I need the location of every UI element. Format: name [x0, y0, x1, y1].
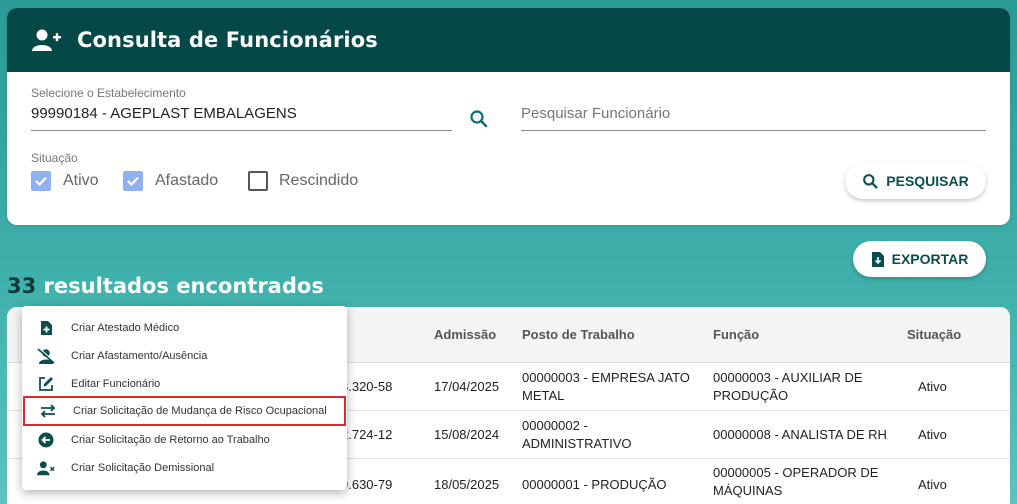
- row-actions-menu: Criar Atestado Médico Criar Afastamento/…: [22, 306, 347, 490]
- situation-label: Situação: [31, 151, 78, 165]
- checkbox-afastado[interactable]: [123, 171, 143, 191]
- medical-document-icon: [37, 319, 55, 337]
- menu-item-label: Criar Solicitação de Retorno ao Trabalho: [71, 434, 270, 446]
- search-button-label: PESQUISAR: [886, 173, 969, 189]
- cell-posto-line: METAL: [522, 388, 565, 403]
- menu-item-label: Criar Solicitação Demissional: [71, 462, 215, 474]
- cell-cpf: 9.630-79: [341, 477, 393, 492]
- menu-item-retorno[interactable]: Criar Solicitação de Retorno ao Trabalho: [22, 426, 347, 454]
- cell-posto-line: ADMINISTRATIVO: [522, 436, 632, 451]
- user-remove-icon: [37, 459, 55, 477]
- menu-item-editar[interactable]: Editar Funcionário: [22, 370, 347, 398]
- checkbox-ativo[interactable]: [31, 171, 51, 191]
- cell-cpf: 2.724-12: [341, 427, 393, 442]
- establishment-select[interactable]: 99990184 - AGEPLAST EMBALAGENS: [31, 105, 297, 122]
- column-header-situacao[interactable]: Situação: [907, 327, 961, 342]
- page-title: Consulta de Funcionários: [77, 28, 378, 52]
- results-count: 33: [7, 274, 37, 298]
- swap-arrows-icon: [39, 402, 57, 420]
- checkbox-rescindido[interactable]: [248, 171, 268, 191]
- cell-funcao-line: MÁQUINAS: [713, 483, 783, 498]
- column-header-posto[interactable]: Posto de Trabalho: [522, 327, 635, 342]
- menu-item-label: Criar Solicitação de Mudança de Risco Oc…: [73, 405, 327, 417]
- employee-search-underline: [521, 130, 986, 131]
- search-icon: [863, 173, 878, 189]
- establishment-underline: [31, 130, 452, 131]
- check-icon: [127, 176, 139, 187]
- cell-posto: 00000003 - EMPRESA JATO METAL: [522, 369, 690, 405]
- add-user-icon: [31, 26, 65, 54]
- file-download-icon: [871, 251, 884, 267]
- results-heading: 33 resultados encontrados: [7, 274, 324, 298]
- cell-funcao: 00000005 - OPERADOR DE MÁQUINAS: [713, 464, 878, 500]
- cell-admissao: 18/05/2025: [434, 477, 500, 492]
- menu-item-label: Criar Afastamento/Ausência: [71, 350, 208, 362]
- user-off-icon: [37, 347, 55, 365]
- menu-item-mudanca-risco[interactable]: Criar Solicitação de Mudança de Risco Oc…: [23, 396, 346, 426]
- arrow-back-circle-icon: [37, 431, 55, 449]
- establishment-search-icon[interactable]: [469, 109, 489, 129]
- menu-item-atestado[interactable]: Criar Atestado Médico: [22, 314, 347, 342]
- cell-admissao: 17/04/2025: [434, 379, 500, 394]
- checkbox-ativo-label: Ativo: [63, 172, 99, 189]
- establishment-label: Selecione o Estabelecimento: [31, 86, 186, 100]
- column-header-admissao[interactable]: Admissão: [434, 327, 496, 342]
- menu-item-label: Criar Atestado Médico: [71, 322, 180, 334]
- cell-posto: 00000002 - ADMINISTRATIVO: [522, 417, 632, 453]
- export-button-label: EXPORTAR: [891, 251, 969, 267]
- edit-icon: [37, 375, 55, 393]
- column-header-funcao[interactable]: Função: [713, 327, 759, 342]
- export-button[interactable]: EXPORTAR: [853, 241, 986, 277]
- cell-funcao: 00000003 - AUXILIAR DE PRODUÇÃO: [713, 369, 863, 405]
- cell-funcao-line: 00000003 - AUXILIAR DE: [713, 370, 863, 385]
- cell-admissao: 15/08/2024: [434, 427, 500, 442]
- menu-item-label: Editar Funcionário: [71, 378, 161, 390]
- cell-funcao-line: PRODUÇÃO: [713, 388, 789, 403]
- filter-card: Consulta de Funcionários Selecione o Est…: [7, 8, 1010, 225]
- cell-funcao: 00000008 - ANALISTA DE RH: [713, 427, 887, 442]
- cell-situacao: Ativo: [918, 477, 947, 492]
- cell-posto-line: 00000003 - EMPRESA JATO: [522, 370, 690, 385]
- employee-search-input[interactable]: Pesquisar Funcionário: [521, 105, 670, 122]
- menu-item-afastamento[interactable]: Criar Afastamento/Ausência: [22, 342, 347, 370]
- cell-cpf: 3.320-58: [341, 379, 393, 394]
- cell-posto: 00000001 - PRODUÇÃO: [522, 477, 667, 492]
- checkbox-afastado-label: Afastado: [155, 172, 219, 189]
- cell-funcao-line: 00000005 - OPERADOR DE: [713, 465, 879, 480]
- page-header: Consulta de Funcionários: [7, 8, 1010, 72]
- cell-situacao: Ativo: [918, 379, 947, 394]
- cell-posto-line: 00000002 -: [522, 418, 588, 433]
- menu-item-demissional[interactable]: Criar Solicitação Demissional: [22, 454, 347, 482]
- check-icon: [35, 176, 47, 187]
- cell-situacao: Ativo: [918, 427, 947, 442]
- checkbox-rescindido-label: Rescindido: [279, 172, 359, 189]
- results-text: resultados encontrados: [43, 274, 324, 298]
- search-button[interactable]: PESQUISAR: [845, 163, 986, 199]
